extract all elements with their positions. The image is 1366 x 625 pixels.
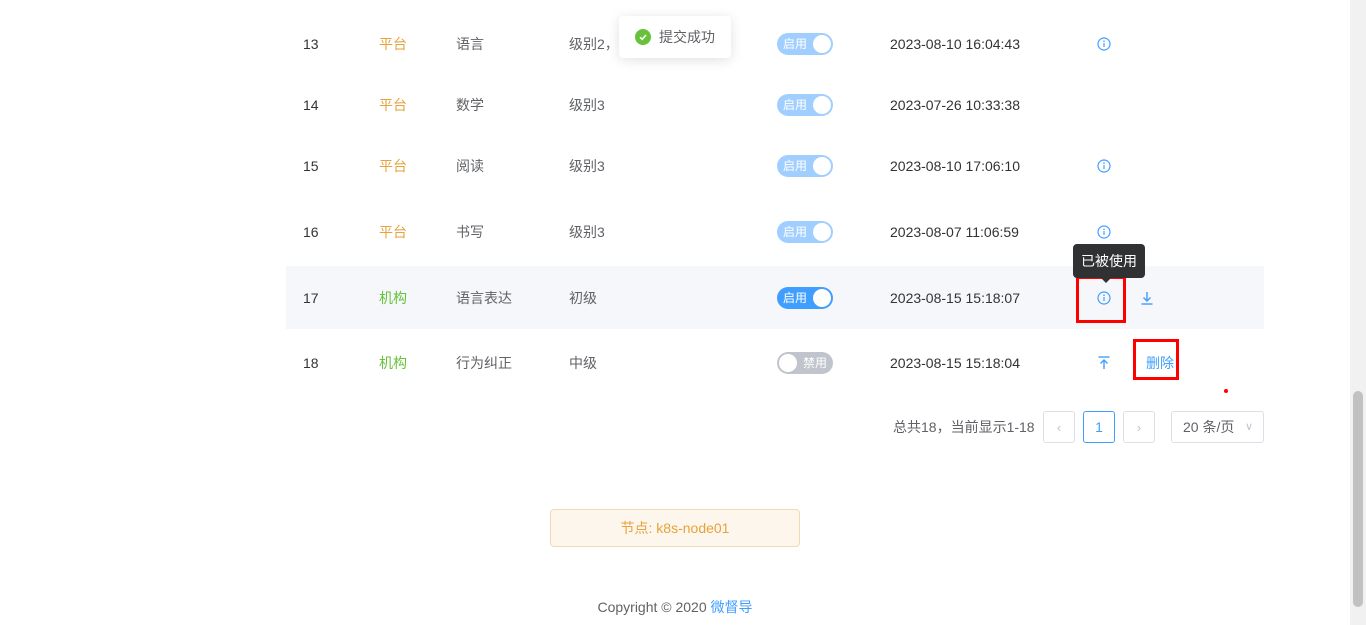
check-circle-icon xyxy=(635,29,651,45)
chevron-left-icon: ‹ xyxy=(1056,419,1062,435)
scrollbar-thumb[interactable] xyxy=(1353,391,1363,607)
page-size-value: 20 条/页 xyxy=(1183,419,1235,435)
switch-label: 启用 xyxy=(783,97,808,112)
row-level: 初级 xyxy=(569,289,597,306)
row-time: 2023-08-07 11:06:59 xyxy=(890,223,1019,240)
status-switch[interactable]: 启用 xyxy=(777,76,833,133)
info-icon[interactable] xyxy=(1095,134,1113,197)
row-name: 数学 xyxy=(456,96,484,113)
row-level: 级别3 xyxy=(569,157,605,174)
pagination-total: 总共18，当前显示1-18 xyxy=(893,419,1035,435)
row-name: 书写 xyxy=(456,223,484,240)
status-switch[interactable]: 启用 xyxy=(777,12,833,75)
node-tag: 节点: k8s-node01 xyxy=(550,509,800,547)
row-level: 中级 xyxy=(569,354,597,371)
row-name: 语言表达 xyxy=(456,289,512,306)
status-switch[interactable]: 禁用 xyxy=(777,330,833,395)
row-index: 15 xyxy=(303,157,319,174)
row-index: 13 xyxy=(303,35,319,52)
page-number[interactable]: 1 xyxy=(1083,411,1115,443)
switch-label: 启用 xyxy=(783,36,808,51)
page-size-select[interactable]: 20 条/页 ∨ xyxy=(1171,411,1264,443)
row-index: 16 xyxy=(303,223,319,240)
row-source: 平台 xyxy=(379,223,407,240)
row-source: 平台 xyxy=(379,157,407,174)
toast-message: 提交成功 xyxy=(659,29,715,45)
row-level: 级别3 xyxy=(569,96,605,113)
row-source: 机构 xyxy=(379,289,407,306)
row-name: 行为纠正 xyxy=(456,354,512,371)
row-source: 平台 xyxy=(379,96,407,113)
status-switch[interactable]: 启用 xyxy=(777,198,833,265)
row-index: 18 xyxy=(303,354,319,371)
table-row: 14 平台 数学 级别3 启用 2023-07-26 10:33:38 xyxy=(286,76,1264,134)
next-page-button[interactable]: › xyxy=(1123,411,1155,443)
status-switch[interactable]: 启用 xyxy=(777,134,833,197)
brand-link[interactable]: 微督导 xyxy=(711,599,753,615)
switch-label: 禁用 xyxy=(802,355,827,370)
vertical-scrollbar[interactable] xyxy=(1350,0,1366,625)
table-row: 13 平台 语言 级别2，级 启用 2023-08-10 16:04:43 xyxy=(286,12,1264,76)
used-tooltip: 已被使用 xyxy=(1073,244,1145,283)
info-icon[interactable] xyxy=(1095,12,1113,75)
table-row: 15 平台 阅读 级别3 启用 2023-08-10 17:06:10 xyxy=(286,134,1264,198)
row-name: 阅读 xyxy=(456,157,484,174)
status-switch[interactable]: 启用 xyxy=(777,266,833,329)
copyright-text: Copyright © 2020 xyxy=(597,599,711,615)
row-source: 平台 xyxy=(379,35,407,52)
success-toast: 提交成功 xyxy=(619,16,731,58)
switch-label: 启用 xyxy=(783,290,808,305)
row-level: 级别3 xyxy=(569,223,605,240)
row-time: 2023-08-15 15:18:07 xyxy=(890,289,1020,306)
switch-label: 启用 xyxy=(783,224,808,239)
row-source: 机构 xyxy=(379,354,407,371)
switch-label: 启用 xyxy=(783,158,808,173)
chevron-down-icon: ∨ xyxy=(1244,421,1253,433)
chevron-right-icon: › xyxy=(1136,419,1142,435)
highlight-box-delete xyxy=(1133,339,1179,380)
row-time: 2023-08-10 16:04:43 xyxy=(890,35,1020,52)
prev-page-button[interactable]: ‹ xyxy=(1043,411,1075,443)
highlight-box-info xyxy=(1076,276,1126,323)
row-time: 2023-07-26 10:33:38 xyxy=(890,96,1020,113)
upload-icon[interactable] xyxy=(1095,330,1113,395)
tooltip-text: 已被使用 xyxy=(1081,253,1137,269)
row-name: 语言 xyxy=(456,35,484,52)
footer: Copyright © 2020 微督导 xyxy=(0,597,1350,617)
row-index: 14 xyxy=(303,96,319,113)
row-index: 17 xyxy=(303,289,319,306)
row-time: 2023-08-10 17:06:10 xyxy=(890,157,1020,174)
table-row: 18 机构 行为纠正 中级 禁用 2023-08-15 15:18:04 删除 xyxy=(286,330,1264,396)
red-dot-marker xyxy=(1224,389,1228,393)
row-time: 2023-08-15 15:18:04 xyxy=(890,354,1020,371)
